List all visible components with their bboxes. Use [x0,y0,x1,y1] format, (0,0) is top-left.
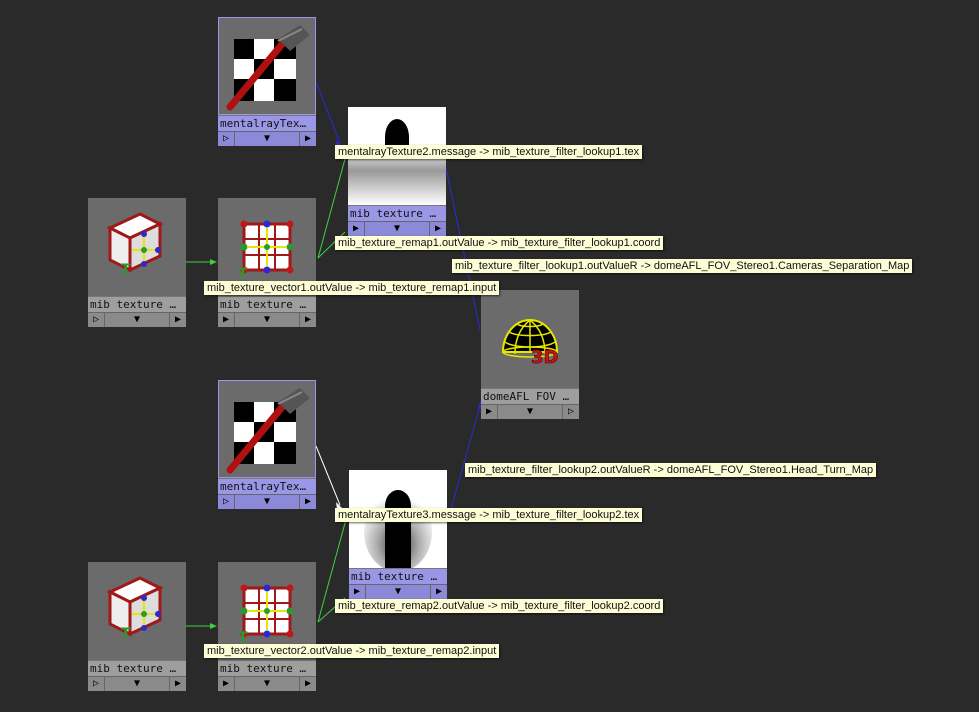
dome-3d-icon: 3D [501,319,559,368]
node-domeafl-fov-stereo1[interactable]: 3D domeAFL FOV … ▶ ▼ ▷ [481,290,579,419]
expand-left-button[interactable]: ▶ [218,313,235,327]
node-swatch: T [88,198,186,296]
expand-left-button[interactable]: ▶ [349,585,366,599]
checker-brush-icon [226,25,310,111]
connection-tooltip: mib_texture_remap1.outValue -> mib_textu… [335,236,664,250]
node-mib-texture-vector1[interactable]: T mib texture … ▷ ▼ ▶ [88,198,186,327]
node-label: domeAFL FOV … [481,388,579,404]
expand-right-button[interactable]: ▶ [299,495,316,509]
svg-text:3D: 3D [531,347,558,368]
node-label: mib texture … [88,296,186,312]
node-label: mib texture … [218,296,316,312]
node-swatch: 3D [481,290,579,388]
toggle-attributes-button[interactable]: ▼ [235,677,299,691]
expand-right-button[interactable]: ▶ [169,313,186,327]
node-mib-texture-filter-lookup1[interactable]: mib texture … ▶ ▼ ▶ [348,107,446,236]
expand-right-button[interactable]: ▶ [429,222,446,236]
expand-right-button[interactable]: ▶ [299,132,316,146]
svg-text:T: T [121,262,131,278]
node-swatch [218,17,316,115]
connection-tooltip: mib_texture_filter_lookup2.outValueR -> … [465,463,877,477]
svg-text:T: T [238,266,248,282]
node-label: mib texture … [348,205,446,221]
svg-text:T: T [121,626,131,642]
node-mib-texture-remap1[interactable]: T mib texture … ▶ ▼ ▶ [218,198,316,327]
checker-brush-icon [226,388,310,474]
connection-tooltip: mib_texture_vector1.outValue -> mib_text… [204,281,500,295]
expand-right-button[interactable]: ▶ [299,313,316,327]
node-mib-texture-vector2[interactable]: T mib texture … ▷ ▼ ▶ [88,562,186,691]
toggle-attributes-button[interactable]: ▼ [235,495,299,509]
expand-right-button[interactable]: ▶ [299,677,316,691]
node-mib-texture-filter-lookup2[interactable]: mib texture … ▶ ▼ ▶ [349,470,447,599]
node-swatch [218,380,316,478]
node-label: mentalrayTex… [218,478,316,494]
expand-right-button[interactable]: ▷ [562,405,579,419]
toggle-attributes-button[interactable]: ▼ [235,132,299,146]
connection-tooltip: mib_texture_vector2.outValue -> mib_text… [204,644,500,658]
expand-left-button[interactable]: ▷ [88,677,105,691]
cube-axes-icon: T [106,576,164,642]
node-label: mib texture … [218,660,316,676]
node-mib-texture-remap2[interactable]: T mib texture … ▶ ▼ ▶ [218,562,316,691]
toggle-attributes-button[interactable]: ▼ [366,585,430,599]
wire-filter2-to-dome[interactable] [447,401,482,521]
toggle-attributes-button[interactable]: ▼ [105,677,169,691]
toggle-attributes-button[interactable]: ▼ [498,405,562,419]
cube-axes-icon: T [106,212,164,278]
expand-left-button[interactable]: ▶ [481,405,498,419]
toggle-attributes-button[interactable]: ▼ [105,313,169,327]
node-label: mentalrayTex… [218,115,316,131]
node-swatch: T [88,562,186,660]
expand-left-button[interactable]: ▶ [218,677,235,691]
connection-tooltip: mib_texture_filter_lookup1.outValueR -> … [452,259,913,273]
toggle-attributes-button[interactable]: ▼ [235,313,299,327]
expand-left-button[interactable]: ▷ [218,495,235,509]
connection-tooltip: mentalrayTexture2.message -> mib_texture… [335,145,643,159]
toggle-attributes-button[interactable]: ▼ [365,222,429,236]
node-mentalray-texture2[interactable]: mentalrayTex… ▷ ▼ ▶ [218,17,316,146]
node-mentalray-texture3[interactable]: mentalrayTex… ▷ ▼ ▶ [218,380,316,509]
wire-tex2-to-filter1[interactable] [315,81,341,144]
node-label: mib texture … [349,568,447,584]
expand-right-button[interactable]: ▶ [169,677,186,691]
node-label: mib texture … [88,660,186,676]
connection-tooltip: mib_texture_remap2.outValue -> mib_textu… [335,599,664,613]
wire-tex3-to-filter2[interactable] [315,445,341,506]
connection-tooltip: mentalrayTexture3.message -> mib_texture… [335,508,643,522]
expand-left-button[interactable]: ▷ [218,132,235,146]
expand-right-button[interactable]: ▶ [430,585,447,599]
expand-left-button[interactable]: ▶ [348,222,365,236]
expand-left-button[interactable]: ▷ [88,313,105,327]
